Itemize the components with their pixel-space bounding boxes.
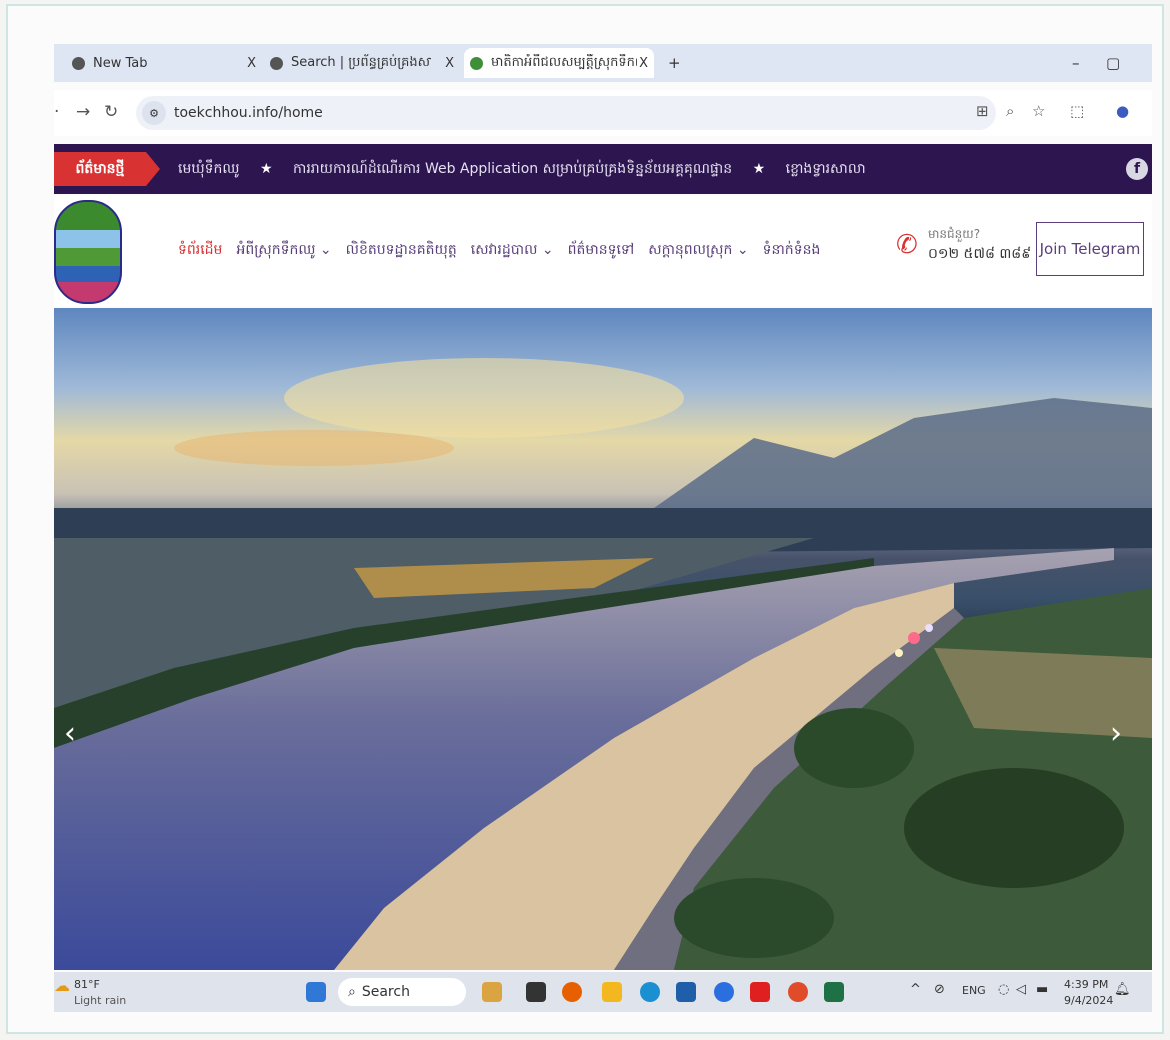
new-tab-button[interactable]: +	[668, 54, 681, 72]
nav-about[interactable]: អំពីស្រុកទឹកឈូ ⌄	[236, 240, 331, 261]
nav-general-news[interactable]: ព័ត៌មានទូទៅ	[568, 240, 635, 261]
site-header: ទំព័រដើម អំពីស្រុកទឹកឈូ ⌄ លិខិតបទដ្ឋានគត…	[54, 196, 1152, 306]
translate-icon[interactable]: ⊞	[976, 102, 989, 120]
excel-icon[interactable]	[824, 982, 844, 1002]
profile-icon[interactable]: ●	[1116, 102, 1129, 120]
browser-tab-strip: New Tab X Search | ប្រព័ន្ធគ្រប់គ្រងសាលា…	[54, 44, 1152, 82]
url-text: toekchhou.info/home	[174, 105, 323, 121]
address-bar[interactable]: ⚙ toekchhou.info/home	[136, 96, 996, 130]
firefox-icon[interactable]	[562, 982, 582, 1002]
browser-toolbar: · → ↻ ⚙ toekchhou.info/home ⊞ ⌕ ☆ ⬚ ●	[54, 90, 1152, 136]
star-icon: ★	[752, 161, 766, 177]
os-taskbar: ☁ 81°F Light rain ⌕ Search ^ ⊘ ENG ◌ ◁ ▬…	[54, 972, 1152, 1012]
globe-icon	[270, 56, 283, 70]
maximize-button[interactable]: ▢	[1106, 54, 1120, 72]
screenshot-frame: New Tab X Search | ប្រព័ន្ធគ្រប់គ្រងសាលា…	[6, 4, 1164, 1034]
tray-chevron-icon[interactable]: ^	[910, 982, 921, 997]
site-favicon-icon	[470, 56, 483, 70]
widget-icon[interactable]	[482, 982, 502, 1002]
search-placeholder: Search	[361, 984, 410, 1000]
windows-start-icon[interactable]	[306, 982, 326, 1002]
star-icon: ★	[259, 161, 273, 177]
wifi-icon[interactable]: ◌	[998, 982, 1009, 997]
hero-landscape-image	[54, 358, 1152, 970]
globe-icon	[72, 56, 85, 70]
ticker-item[interactable]: ខ្លោងទ្វារសាលា	[786, 161, 866, 177]
telegram-app-icon[interactable]	[714, 982, 734, 1002]
tab-label: មាតិកាអំពីជលសម្បត្តិ៍ស្រុកទឹកឈូ	[491, 54, 637, 70]
chevron-down-icon: ⌄	[736, 242, 749, 258]
news-ticker-bar: ព័ត៌មានថ្មី មេឃុំទឹកឈូ ★ ការរាយការណ៍ដំណើ…	[54, 144, 1152, 194]
tab-active-site[interactable]: មាតិកាអំពីជលសម្បត្តិ៍ស្រុកទឹកឈូ X	[464, 48, 654, 78]
ticker-item[interactable]: មេឃុំទឹកឈូ	[178, 161, 240, 177]
taskbar-search[interactable]: ⌕ Search	[338, 978, 466, 1006]
tab-search[interactable]: Search | ប្រព័ន្ធគ្រប់គ្រងសាលារៀ X	[270, 48, 454, 78]
nav-potential[interactable]: សក្ដានុពលស្រុក ⌄	[648, 240, 748, 261]
close-tab-icon[interactable]: X	[445, 56, 454, 71]
reload-icon[interactable]: ↻	[104, 102, 118, 122]
chrome-icon[interactable]	[788, 982, 808, 1002]
chevron-down-icon: ⌄	[541, 242, 554, 258]
back-icon[interactable]: ·	[54, 102, 59, 122]
main-nav: ទំព័រដើម អំពីស្រុកទឹកឈូ ⌄ លិខិតបទដ្ឋានគត…	[178, 240, 820, 261]
nav-home[interactable]: ទំព័រដើម	[178, 240, 222, 261]
tray-app-icon[interactable]: ⊘	[934, 982, 945, 997]
news-ticker: មេឃុំទឹកឈូ ★ ការរាយការណ៍ដំណើរការ Web App…	[178, 159, 866, 180]
zoom-icon[interactable]: ⌕	[1006, 102, 1014, 120]
youtube-icon[interactable]	[750, 982, 770, 1002]
facebook-icon[interactable]: f	[1126, 158, 1148, 180]
latest-news-badge: ព័ត៌មានថ្មី	[54, 152, 160, 186]
volume-icon[interactable]: ◁	[1016, 982, 1026, 997]
phone-icon: ✆	[896, 230, 918, 260]
weather-icon: ☁	[54, 976, 70, 995]
store-icon[interactable]	[676, 982, 696, 1002]
site-info-icon[interactable]: ⚙	[142, 101, 166, 125]
minimize-button[interactable]: –	[1072, 54, 1080, 72]
tab-label: Search | ប្រព័ន្ធគ្រប់គ្រងសាលារៀ	[291, 54, 431, 70]
extensions-icon[interactable]: ⬚	[1070, 102, 1084, 120]
ticker-item[interactable]: ការរាយការណ៍ដំណើរការ Web Application សម្រ…	[293, 161, 732, 177]
weather-temp[interactable]: 81°F	[74, 978, 100, 991]
close-tab-icon[interactable]: X	[247, 56, 256, 71]
forward-icon[interactable]: →	[76, 102, 90, 122]
clock-time[interactable]: 4:39 PM	[1064, 978, 1108, 991]
district-logo[interactable]	[54, 200, 122, 304]
tab-label: New Tab	[93, 55, 148, 71]
edge-icon[interactable]	[640, 982, 660, 1002]
phone-number[interactable]: ០១២ ៥៧៨ ៣៨៩	[928, 244, 1031, 265]
slider-next-arrow-icon[interactable]: ›	[1110, 716, 1122, 751]
clock-date[interactable]: 9/4/2024	[1064, 994, 1113, 1008]
chevron-down-icon: ⌄	[319, 242, 332, 258]
tab-new-tab[interactable]: New Tab X	[72, 48, 256, 78]
join-telegram-button[interactable]: Join Telegram	[1036, 222, 1144, 276]
task-view-icon[interactable]	[526, 982, 546, 1002]
weather-desc: Light rain	[74, 994, 127, 1007]
language-indicator[interactable]: ENG	[962, 984, 986, 997]
nav-admin-services[interactable]: សេវារដ្ឋបាល ⌄	[471, 240, 554, 261]
notification-bell-icon[interactable]: 🔔︎	[1114, 982, 1131, 997]
slider-prev-arrow-icon[interactable]: ‹	[64, 716, 76, 751]
nav-legal-docs[interactable]: លិខិតបទដ្ឋានគតិយុត្ត	[346, 240, 457, 261]
nav-contact[interactable]: ទំនាក់ទំនង	[763, 240, 821, 261]
close-tab-icon[interactable]: X	[639, 56, 648, 71]
battery-icon[interactable]: ▬	[1036, 982, 1048, 997]
file-explorer-icon[interactable]	[602, 982, 622, 1002]
bookmark-star-icon[interactable]: ☆	[1032, 102, 1045, 120]
help-question: មានជំនួយ?	[928, 227, 981, 241]
search-icon: ⌕	[348, 984, 356, 1000]
hero-slider: ‹ ›	[54, 308, 1152, 970]
